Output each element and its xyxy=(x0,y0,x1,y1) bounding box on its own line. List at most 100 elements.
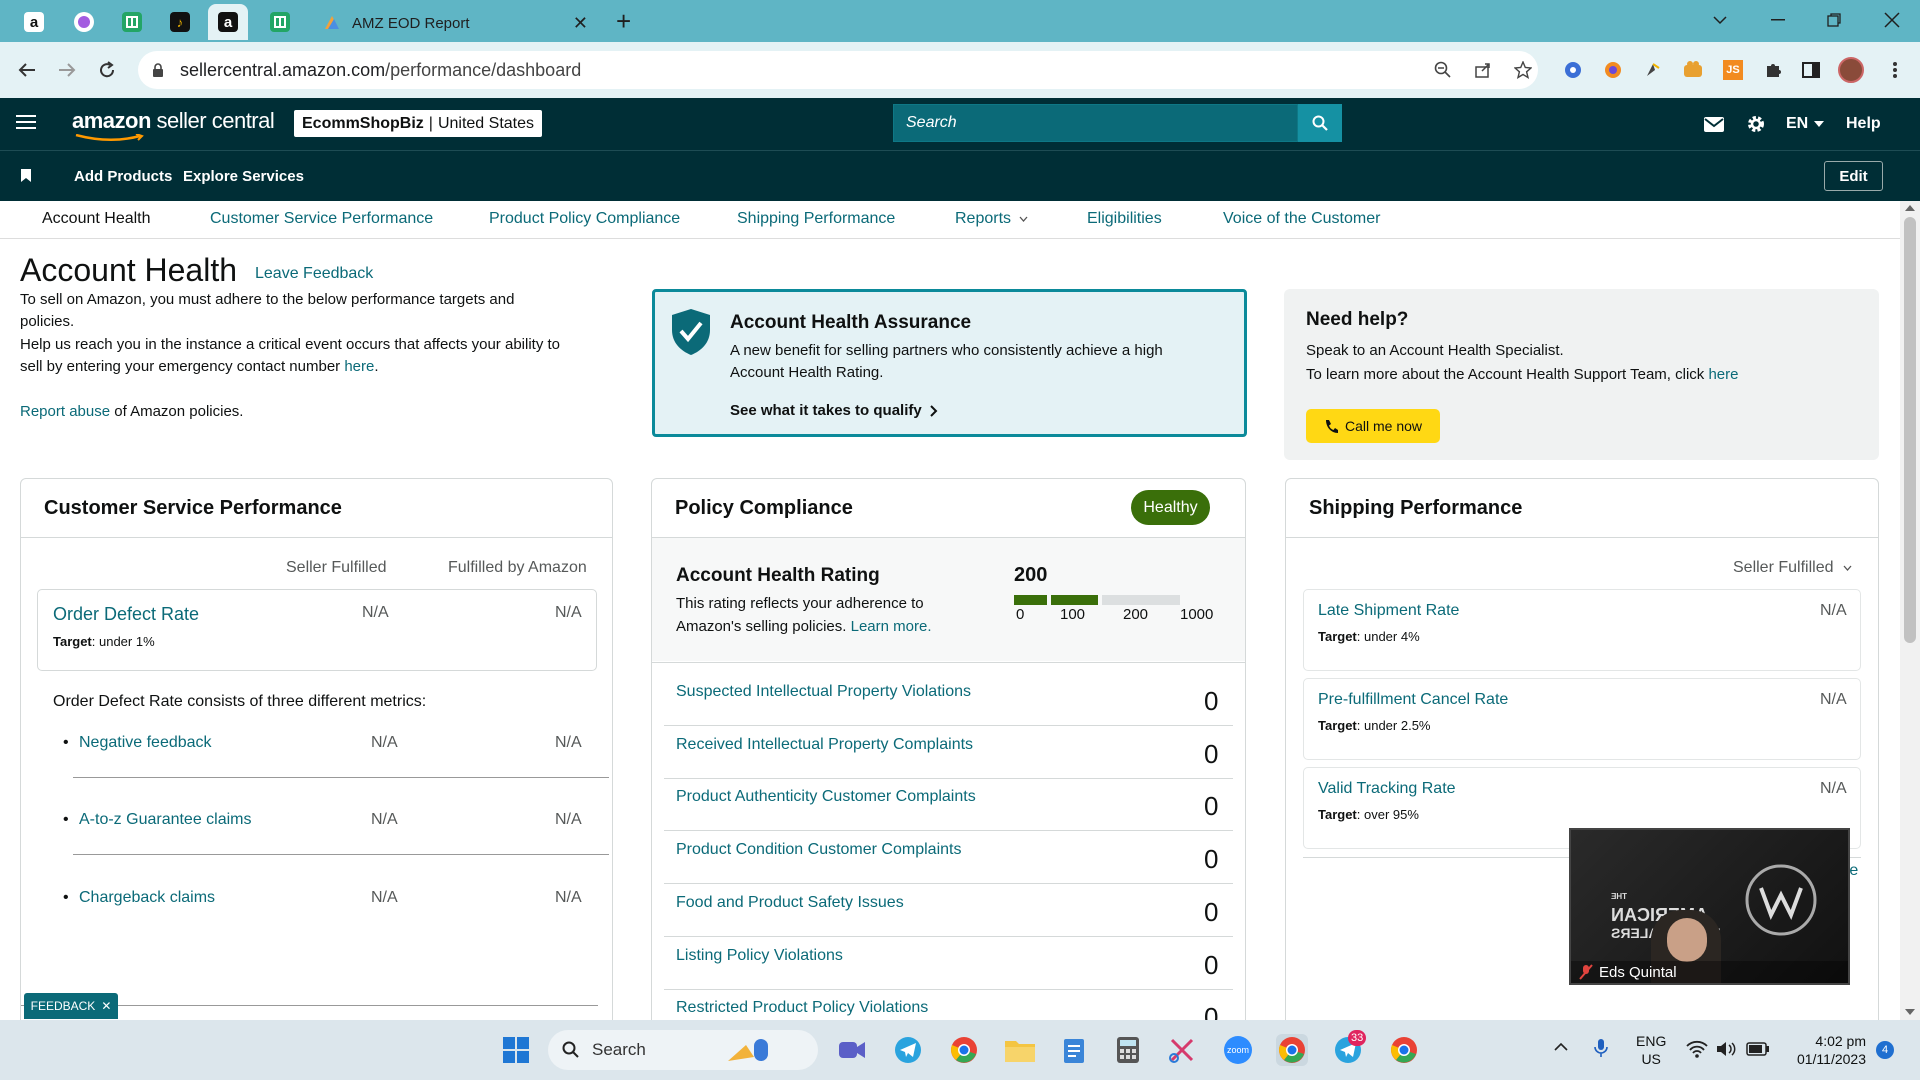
close-icon[interactable]: ✕ xyxy=(101,999,111,1013)
tab-amz-eod-report[interactable]: AMZ EOD Report ✕ xyxy=(310,4,600,42)
help-link[interactable]: Help xyxy=(1846,110,1881,138)
extension-4-icon[interactable] xyxy=(1678,55,1708,85)
browser-menu-icon[interactable] xyxy=(1880,55,1910,85)
tab-title: AMZ EOD Report xyxy=(352,14,470,32)
chevron-up-icon[interactable] xyxy=(1554,1042,1568,1051)
extension-2-icon[interactable] xyxy=(1598,55,1628,85)
tab-search-icon[interactable] xyxy=(1708,8,1732,32)
snipping-tool-icon[interactable] xyxy=(1166,1034,1198,1066)
forward-icon[interactable] xyxy=(52,55,82,85)
search-button[interactable] xyxy=(1298,104,1342,142)
odr-label[interactable]: Order Defect Rate xyxy=(53,604,199,625)
scrollbar-thumb[interactable] xyxy=(1904,217,1916,643)
microphone-icon[interactable] xyxy=(1594,1038,1608,1058)
report-abuse-link[interactable]: Report abuse xyxy=(20,403,110,420)
odr-card[interactable]: Order Defect Rate Target: under 1% N/A N… xyxy=(37,589,597,671)
tab-reports[interactable]: Reports xyxy=(955,210,1028,228)
bookmark-icon[interactable] xyxy=(21,169,31,182)
sidepanel-icon[interactable] xyxy=(1796,55,1826,85)
support-team-link[interactable]: here xyxy=(1708,366,1738,383)
explore-services-link[interactable]: Explore Services xyxy=(183,168,304,185)
tab-amazon-1[interactable]: a xyxy=(14,4,54,40)
chrome-icon[interactable] xyxy=(948,1034,980,1066)
language-indicator[interactable]: ENG US xyxy=(1636,1032,1666,1068)
tab-amazon-2[interactable]: a xyxy=(208,4,248,40)
ahr-learn-more-link[interactable]: Learn more. xyxy=(851,618,932,635)
settings-gear-icon[interactable] xyxy=(1746,110,1766,138)
windows-start-icon[interactable] xyxy=(500,1034,532,1066)
video-call-overlay[interactable]: THE AMERICAN WHOLESALERS Eds Quintal xyxy=(1569,828,1850,985)
wifi-icon[interactable] xyxy=(1686,1040,1708,1058)
language-selector[interactable]: EN xyxy=(1786,110,1825,138)
food-safety-link[interactable]: Food and Product Safety Issues xyxy=(676,894,904,912)
tab-sheets-1[interactable] xyxy=(112,4,152,40)
extensions-puzzle-icon[interactable] xyxy=(1758,55,1788,85)
tab-sheets-2[interactable] xyxy=(260,4,300,40)
ip-complaints-link[interactable]: Received Intellectual Property Complaint… xyxy=(676,736,973,754)
hamburger-menu-icon[interactable] xyxy=(16,114,36,130)
qualify-link[interactable]: See what it takes to qualify xyxy=(730,402,938,419)
store-selector[interactable]: EcommShopBiz | United States xyxy=(294,110,543,137)
add-products-link[interactable]: Add Products xyxy=(74,168,172,185)
cancel-rate-link[interactable]: Pre-fulfillment Cancel Rate xyxy=(1318,691,1508,709)
tab-messenger[interactable] xyxy=(64,4,104,40)
chargeback-claims-link[interactable]: Chargeback claims xyxy=(79,889,215,907)
extension-1-icon[interactable] xyxy=(1558,55,1588,85)
tab-shipping-performance[interactable]: Shipping Performance xyxy=(737,210,895,228)
tab-account-health[interactable]: Account Health xyxy=(42,210,151,228)
notepad-icon[interactable] xyxy=(1058,1034,1090,1066)
restricted-product-link[interactable]: Restricted Product Policy Violations xyxy=(676,999,928,1017)
tracking-rate-link[interactable]: Valid Tracking Rate xyxy=(1318,780,1456,798)
bookmark-star-icon[interactable] xyxy=(1508,55,1538,85)
maximize-button[interactable] xyxy=(1822,8,1846,32)
tab-customer-service-performance[interactable]: Customer Service Performance xyxy=(210,210,433,228)
late-shipment-card[interactable]: Late Shipment Rate Target: under 4% N/A xyxy=(1303,589,1861,671)
fulfillment-filter-dropdown[interactable]: Seller Fulfilled xyxy=(1733,559,1852,577)
teams-meet-icon[interactable] xyxy=(836,1034,868,1066)
condition-complaints-link[interactable]: Product Condition Customer Complaints xyxy=(676,841,961,859)
extension-js-icon[interactable]: JS xyxy=(1718,55,1748,85)
late-shipment-link[interactable]: Late Shipment Rate xyxy=(1318,602,1459,620)
volume-icon[interactable] xyxy=(1716,1040,1736,1058)
a-to-z-claims-link[interactable]: A-to-z Guarantee claims xyxy=(79,811,252,829)
tab-other[interactable]: ♪ xyxy=(160,4,200,40)
close-window-button[interactable] xyxy=(1880,8,1904,32)
notification-badge[interactable]: 4 xyxy=(1876,1041,1894,1059)
seller-central-logo[interactable]: amazon seller central xyxy=(72,108,275,142)
battery-icon[interactable] xyxy=(1746,1042,1770,1056)
negative-feedback-link[interactable]: Negative feedback xyxy=(79,734,212,752)
chrome-profile-2-icon[interactable] xyxy=(1388,1034,1420,1066)
close-tab-icon[interactable]: ✕ xyxy=(573,13,588,34)
minimize-button[interactable] xyxy=(1766,8,1790,32)
mail-icon[interactable] xyxy=(1704,110,1724,138)
tab-voice-of-customer[interactable]: Voice of the Customer xyxy=(1223,210,1380,228)
share-icon[interactable] xyxy=(1468,55,1498,85)
listing-policy-link[interactable]: Listing Policy Violations xyxy=(676,947,843,965)
tab-eligibilities[interactable]: Eligibilities xyxy=(1087,210,1162,228)
taskbar-search[interactable]: Search xyxy=(548,1030,818,1070)
profile-avatar[interactable] xyxy=(1836,55,1866,85)
reload-icon[interactable] xyxy=(92,55,122,85)
feedback-tab[interactable]: FEEDBACK ✕ xyxy=(24,993,118,1019)
new-tab-button[interactable]: + xyxy=(616,6,631,37)
back-icon[interactable] xyxy=(12,55,42,85)
page-scrollbar[interactable] xyxy=(1900,201,1920,1021)
search-input[interactable]: Search xyxy=(893,104,1298,142)
cancel-rate-card[interactable]: Pre-fulfillment Cancel Rate Target: unde… xyxy=(1303,678,1861,760)
call-me-now-button[interactable]: Call me now xyxy=(1306,409,1440,443)
chrome-profile-icon[interactable] xyxy=(1276,1034,1308,1066)
address-bar[interactable]: sellercentral.amazon.com/performance/das… xyxy=(138,51,1538,89)
emergency-contact-link[interactable]: here xyxy=(344,358,374,375)
tab-product-policy-compliance[interactable]: Product Policy Compliance xyxy=(489,210,680,228)
ip-violations-link[interactable]: Suspected Intellectual Property Violatio… xyxy=(676,683,971,701)
edit-button[interactable]: Edit xyxy=(1824,161,1883,191)
calculator-icon[interactable] xyxy=(1112,1034,1144,1066)
zoom-app-icon[interactable]: zoom xyxy=(1222,1034,1254,1066)
clock[interactable]: 4:02 pm 01/11/2023 xyxy=(1784,1032,1866,1068)
zoom-icon[interactable] xyxy=(1428,55,1458,85)
authenticity-complaints-link[interactable]: Product Authenticity Customer Complaints xyxy=(676,788,976,806)
file-explorer-icon[interactable] xyxy=(1004,1034,1036,1066)
extension-3-icon[interactable] xyxy=(1638,55,1668,85)
telegram-icon[interactable] xyxy=(892,1034,924,1066)
leave-feedback-link[interactable]: Leave Feedback xyxy=(255,265,373,283)
